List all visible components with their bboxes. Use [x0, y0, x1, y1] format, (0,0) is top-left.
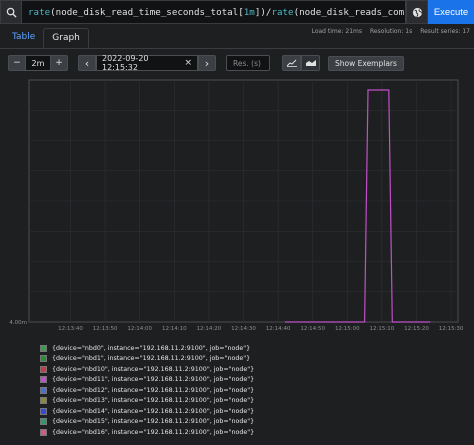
legend-swatch	[40, 397, 47, 405]
y-tick-label: 4.00m	[9, 320, 27, 326]
legend-label: {device="nbd11", instance="192.168.11.2:…	[52, 376, 255, 384]
legend-item[interactable]: {device="nbd10", instance="192.168.11.2:…	[40, 364, 254, 375]
legend-item[interactable]: {device="nbd15", instance="192.168.11.2:…	[40, 417, 254, 428]
y-axis-labels: 4.00m	[9, 320, 27, 326]
x-tick-label: 12:13:40	[58, 326, 83, 332]
legend-swatch	[40, 418, 47, 426]
legend-swatch	[40, 365, 47, 373]
tab-table[interactable]: Table	[4, 28, 43, 48]
query-range-1: 1m	[243, 6, 255, 18]
legend-label: {device="nbd0", instance="192.168.11.2:9…	[52, 344, 251, 352]
legend-item[interactable]: {device="nbd14", instance="192.168.11.2:…	[40, 406, 254, 417]
range-input[interactable]: 2m	[26, 55, 50, 71]
legend-item[interactable]: {device="nbd16", instance="192.168.11.2:…	[40, 427, 254, 438]
metrics-explorer-globe-icon[interactable]	[406, 0, 428, 24]
query-input[interactable]: rate (node_disk_read_time_seconds_total[1…	[22, 0, 406, 24]
graph-area[interactable]: 4.00m 12:13:40 12:13:50 12:14:00 12:14:10 12…	[0, 74, 474, 340]
legend-swatch	[40, 428, 47, 436]
x-axis-labels: 12:13:40 12:13:50 12:14:00 12:14:10 12:14:20…	[58, 326, 464, 332]
chart-grid	[28, 79, 459, 323]
clear-time-icon[interactable]: ×	[184, 58, 192, 68]
x-tick-label: 12:15:00	[335, 326, 360, 332]
series-line	[285, 89, 431, 323]
series-legend: {device="nbd0", instance="192.168.11.2:9…	[40, 343, 254, 438]
legend-label: {device="nbd13", instance="192.168.11.2:…	[52, 397, 255, 405]
x-tick-label: 12:14:10	[162, 326, 187, 332]
x-tick-label: 12:15:30	[439, 326, 464, 332]
x-tick-label: 12:14:50	[300, 326, 325, 332]
execute-button[interactable]: Execute	[428, 0, 474, 24]
query-mid: ])/	[254, 6, 272, 18]
graph-controls: − 2m + ‹ 2022-09-20 12:15:32 × › Res. (s…	[8, 54, 404, 72]
time-forward-button[interactable]: ›	[198, 55, 216, 71]
x-tick-label: 12:14:00	[127, 326, 152, 332]
legend-swatch	[40, 376, 47, 384]
stacked-chart-icon[interactable]	[301, 55, 320, 71]
view-tabs: Table Graph	[4, 28, 89, 48]
legend-label: {device="nbd10", instance="192.168.11.2:…	[52, 365, 255, 373]
search-icon[interactable]	[0, 0, 22, 24]
result-series: Result series: 17	[420, 28, 470, 35]
legend-swatch	[40, 386, 47, 394]
load-time: Load time: 21ms	[311, 28, 362, 35]
query-metric-1: (node_disk_read_time_seconds_total[	[50, 6, 244, 18]
resolution: Resolution: 1s	[369, 28, 413, 35]
tab-graph[interactable]: Graph	[43, 28, 89, 48]
range-decrease-button[interactable]: −	[8, 55, 26, 71]
range-increase-button[interactable]: +	[50, 55, 68, 71]
legend-item[interactable]: {device="nbd13", instance="192.168.11.2:…	[40, 396, 254, 407]
x-tick-label: 12:14:20	[197, 326, 222, 332]
end-time-value: 2022-09-20 12:15:32	[102, 54, 149, 72]
end-time-input[interactable]: 2022-09-20 12:15:32 ×	[96, 54, 198, 72]
legend-label: {device="nbd1", instance="192.168.11.2:9…	[52, 355, 251, 363]
legend-label: {device="nbd12", instance="192.168.11.2:…	[52, 386, 255, 394]
legend-item[interactable]: {device="nbd12", instance="192.168.11.2:…	[40, 385, 254, 396]
resolution-input[interactable]: Res. (s)	[226, 55, 270, 71]
query-fn-rate-1: rate	[28, 6, 51, 18]
x-tick-label: 12:15:10	[370, 326, 395, 332]
legend-swatch	[40, 344, 47, 352]
legend-swatch	[40, 407, 47, 415]
query-metric-2: (node_disk_reads_completed_total[	[293, 6, 405, 18]
legend-label: {device="nbd15", instance="192.168.11.2:…	[52, 418, 255, 426]
query-fn-rate-2: rate	[271, 6, 294, 18]
x-tick-label: 12:13:50	[93, 326, 118, 332]
query-stats: Load time: 21ms Resolution: 1s Result se…	[312, 28, 470, 35]
legend-label: {device="nbd16", instance="192.168.11.2:…	[52, 428, 255, 436]
query-bar: rate (node_disk_read_time_seconds_total[1…	[0, 0, 474, 24]
x-tick-label: 12:14:30	[231, 326, 256, 332]
legend-item[interactable]: {device="nbd11", instance="192.168.11.2:…	[40, 375, 254, 386]
tab-divider	[0, 48, 474, 49]
chart-series	[285, 89, 431, 323]
legend-label: {device="nbd14", instance="192.168.11.2:…	[52, 407, 255, 415]
line-chart-icon[interactable]	[282, 55, 301, 71]
legend-item[interactable]: {device="nbd0", instance="192.168.11.2:9…	[40, 343, 254, 354]
time-back-button[interactable]: ‹	[78, 55, 96, 71]
show-exemplars-button[interactable]: Show Exemplars	[328, 55, 404, 71]
graph-canvas: 4.00m 12:13:40 12:13:50 12:14:00 12:14:10 12…	[9, 79, 464, 332]
x-tick-label: 12:14:40	[266, 326, 291, 332]
x-tick-label: 12:15:20	[404, 326, 429, 332]
legend-item[interactable]: {device="nbd1", instance="192.168.11.2:9…	[40, 354, 254, 365]
legend-swatch	[40, 355, 47, 363]
